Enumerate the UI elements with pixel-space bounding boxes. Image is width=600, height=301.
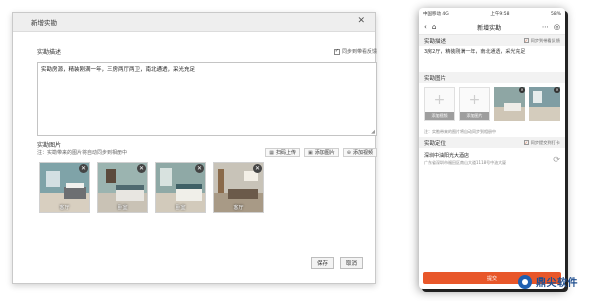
photo-toolbar: 注：实勘带来的图片将自动同步到相册中 ▦ 扫码上传 ▣ 添加图片 ⊕ 添加视频 (37, 148, 377, 157)
cancel-button[interactable]: 取消 (339, 257, 363, 269)
location-info: 深圳中油阳光大酒店 广东省深圳市福田区南山大道1118号中油大厦 (424, 152, 506, 166)
phone-photo-thumbnail[interactable]: × (529, 87, 560, 121)
delete-photo-icon[interactable]: ✕ (195, 164, 204, 173)
phone-sync-feedback-label: 同步到带看反馈 (530, 37, 560, 43)
battery-label: 58% (550, 11, 561, 17)
phone-photo-section-header: 实勘图片 (419, 72, 565, 83)
scan-upload-label: 扫码上传 (276, 150, 297, 156)
phone-location-section-header: 实勘定位 ✓ 同步提交到打卡 (419, 137, 565, 148)
photo-thumbnail[interactable]: ✕ 客厅 (213, 162, 264, 213)
desc-textarea-value: 实勘房源，精装刚满一年，三房两厅两卫，南北通透，采光充足 (41, 67, 196, 73)
delete-photo-icon[interactable]: × (554, 87, 560, 93)
desc-section-title: 实勘描述 (37, 49, 62, 56)
delete-photo-icon[interactable]: ✕ (137, 164, 146, 173)
phone-desc-section-header: 实勘描述 ✓ 同步到带看反馈 (419, 35, 565, 46)
location-address: 广东省深圳市福田区南山大道1118号中油大厦 (424, 160, 507, 165)
checkbox-checked-icon[interactable]: ✓ (333, 48, 340, 55)
qr-code-icon: ▦ (269, 149, 275, 156)
phone-sync-feedback-checkbox[interactable]: ✓ 同步到带看反馈 (523, 37, 560, 44)
add-video-tile[interactable]: + 添加视频 (424, 87, 455, 121)
photo-thumbnail[interactable]: ✕ 卧室 (155, 162, 206, 213)
resize-handle-icon[interactable]: ◢ (371, 129, 375, 135)
dialog-titlebar: 新增实勘 ✕ (13, 13, 375, 32)
refresh-icon[interactable]: ⟳ (553, 155, 560, 164)
desc-textarea[interactable]: 实勘房源，精装刚满一年，三房两厅两卫，南北通透，采光充足 ◢ (37, 62, 377, 136)
add-photo-tile-label: 添加图片 (460, 112, 489, 120)
phone-photo-title: 实勘图片 (424, 75, 447, 82)
photo-caption: 客厅 (233, 205, 244, 211)
scan-upload-button[interactable]: ▦ 扫码上传 (265, 148, 301, 157)
phone-photo-thumbnail[interactable]: × (494, 87, 525, 121)
dialog-title: 新增实勘 (31, 19, 57, 27)
back-icon[interactable]: ‹ (424, 23, 427, 31)
photo-actions: ▦ 扫码上传 ▣ 添加图片 ⊕ 添加视频 (265, 148, 377, 157)
save-button[interactable]: 保存 (310, 257, 334, 269)
brand-watermark-text: 鼎尖软件 (536, 278, 578, 289)
add-photo-tile[interactable]: + 添加图片 (459, 87, 490, 121)
add-survey-dialog: 新增实勘 ✕ 实勘描述 ✓ 同步到带看反馈 实勘房源，精装刚满一年，三房两厅两卫… (12, 12, 377, 284)
phone-photo-tip: 注：实勘带来的图片将自动同步到相册中 (424, 129, 496, 134)
phone-sync-checkin-checkbox[interactable]: ✓ 同步提交到打卡 (523, 139, 560, 146)
phone-desc-text[interactable]: 3房2厅，精装刚满一年，南北通透，采光充足 (419, 46, 565, 72)
delete-photo-icon[interactable]: × (519, 87, 525, 93)
phone-location-title: 实勘定位 (424, 140, 447, 147)
sync-feedback-checkbox[interactable]: ✓ 同步到带看反馈 (333, 48, 377, 55)
delete-photo-icon[interactable]: ✕ (253, 164, 262, 173)
sync-feedback-label: 同步到带看反馈 (341, 49, 377, 55)
photo-tip: 注：实勘带来的图片将自动同步到相册中 (37, 150, 128, 156)
phone-sync-checkin-label: 同步提交到打卡 (530, 139, 560, 145)
phone-photo-row: + 添加视频 + 添加图片 × × (419, 83, 565, 129)
nav-left: ‹ ⌂ (424, 23, 436, 31)
photo-caption: 卧室 (175, 205, 186, 211)
desc-section-header: 实勘描述 ✓ 同步到带看反馈 (37, 47, 377, 56)
plus-icon: + (433, 92, 446, 108)
phone-page-title: 新增实勘 (477, 24, 502, 32)
checkbox-checked-icon[interactable]: ✓ (523, 140, 529, 145)
brand-watermark: 鼎尖软件 (518, 274, 578, 289)
add-video-tile-label: 添加视频 (425, 112, 454, 120)
phone-desc-title: 实勘描述 (424, 38, 447, 45)
add-photo-button[interactable]: ▣ 添加图片 (304, 148, 339, 157)
close-icon[interactable]: ✕ (357, 16, 365, 26)
status-time: 上午9:58 (490, 12, 510, 17)
phone-nav-bar: ‹ ⌂ 新增实勘 ⋯ ◎ (419, 20, 565, 35)
photo-caption: 卧室 (117, 205, 128, 211)
delete-photo-icon[interactable]: ✕ (79, 164, 88, 173)
carrier-label: 中国移动 4G (423, 12, 449, 17)
plus-icon: + (468, 92, 481, 108)
add-video-label: 添加视频 (352, 150, 373, 156)
plus-circle-icon: ⊕ (346, 149, 351, 156)
more-icon[interactable]: ⋯ (542, 23, 549, 31)
mobile-phone-screen: 中国移动 4G 上午9:58 58% ‹ ⌂ 新增实勘 ⋯ ◎ 实勘描述 ✓ 同… (419, 8, 565, 289)
photo-thumbnails: ✕ 客厅 ✕ 卧室 ✕ 卧室 ✕ 客厅 (39, 162, 264, 213)
nav-right: ⋯ ◎ (542, 23, 560, 31)
image-icon: ▣ (308, 149, 313, 156)
photo-thumbnail[interactable]: ✕ 卧室 (97, 162, 148, 213)
home-icon[interactable]: ⌂ (432, 23, 436, 31)
screenshot-stage: 新增实勘 ✕ 实勘描述 ✓ 同步到带看反馈 实勘房源，精装刚满一年，三房两厅两卫… (0, 0, 600, 301)
target-icon[interactable]: ◎ (554, 23, 560, 31)
phone-status-bar: 中国移动 4G 上午9:58 58% (419, 8, 565, 20)
checkbox-checked-icon[interactable]: ✓ (523, 38, 529, 43)
photo-thumbnail[interactable]: ✕ 客厅 (39, 162, 90, 213)
dialog-footer: 保存 取消 (310, 257, 363, 269)
phone-location-row[interactable]: 深圳中油阳光大酒店 广东省深圳市福田区南山大道1118号中油大厦 ⟳ (419, 148, 565, 170)
photo-caption: 客厅 (59, 205, 70, 211)
add-photo-label: 添加图片 (314, 150, 335, 156)
add-video-button[interactable]: ⊕ 添加视频 (342, 148, 377, 157)
location-name: 深圳中油阳光大酒店 (424, 153, 470, 159)
brand-logo-icon (518, 274, 532, 289)
